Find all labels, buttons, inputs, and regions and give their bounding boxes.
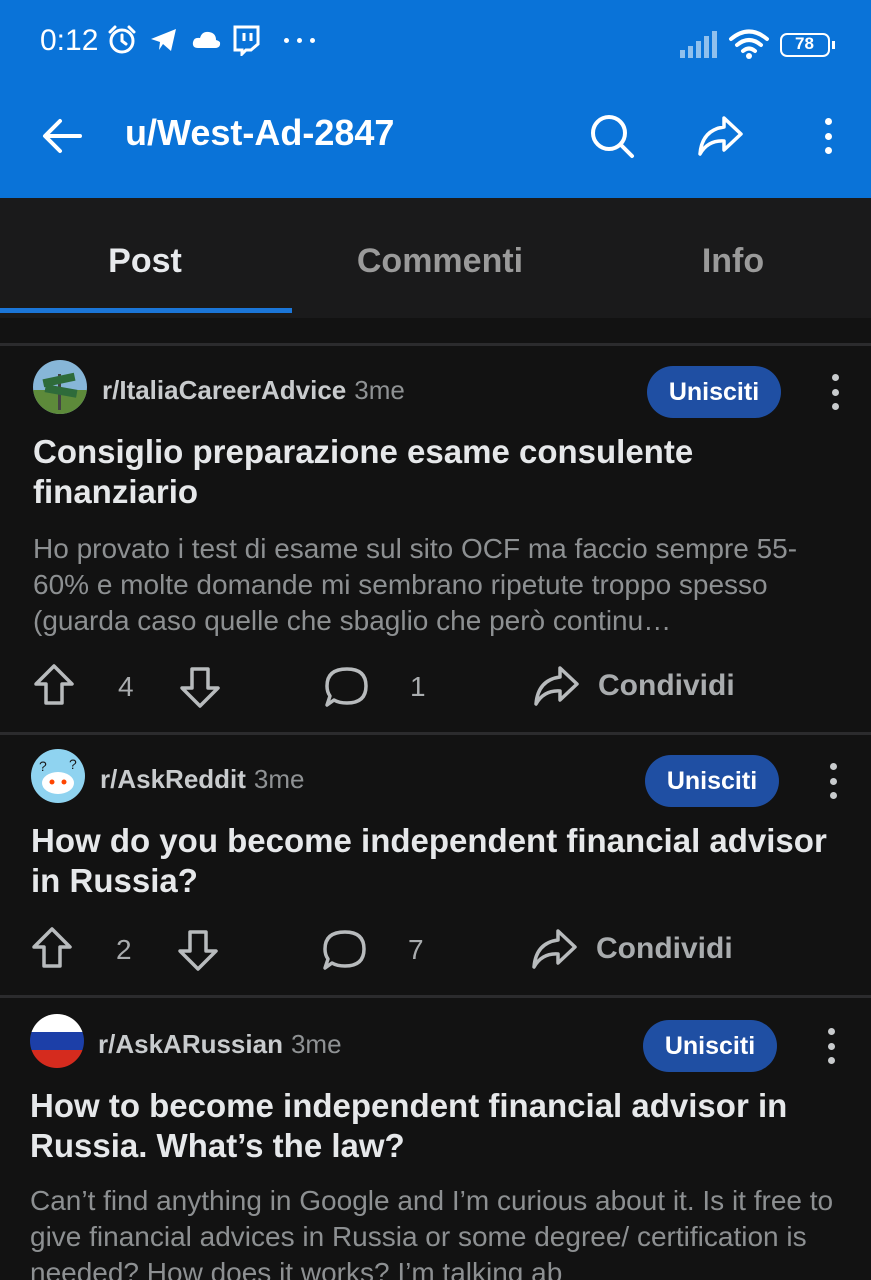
post-age: 3me bbox=[253, 764, 305, 794]
post-card[interactable]: r/AskARussian 3me Unisciti How to become … bbox=[0, 998, 871, 1280]
subreddit-label[interactable]: r/ItaliaCareerAdvice bbox=[102, 375, 346, 405]
join-button[interactable]: Unisciti bbox=[643, 1020, 777, 1072]
comment-count: 7 bbox=[408, 934, 424, 965]
share-icon bbox=[698, 116, 743, 156]
downvote-icon bbox=[180, 667, 220, 708]
share-icon bbox=[534, 666, 579, 706]
share-icon bbox=[532, 929, 577, 969]
comments-button[interactable] bbox=[322, 928, 368, 972]
downvote-icon bbox=[178, 930, 218, 971]
vote-count: 4 bbox=[118, 671, 134, 702]
vote-count: 2 bbox=[116, 934, 132, 965]
subreddit-avatar bbox=[33, 360, 87, 414]
comment-icon bbox=[323, 930, 366, 970]
app-bar: 0:12 78 u/West-Ad-2847 bbox=[0, 0, 871, 198]
post-actions: 4 1 Condividi bbox=[0, 658, 871, 718]
alarm-icon bbox=[108, 25, 136, 54]
share-button[interactable]: Condividi bbox=[530, 927, 733, 971]
post-body[interactable]: Can’t find anything in Google and I’m cu… bbox=[30, 1183, 838, 1280]
join-button[interactable]: Unisciti bbox=[645, 755, 779, 807]
upvote-icon bbox=[34, 664, 74, 705]
post-options-icon[interactable] bbox=[828, 763, 838, 799]
subreddit-name[interactable]: r/AskReddit 3me bbox=[100, 764, 305, 795]
tab-commenti[interactable]: Commenti bbox=[295, 242, 585, 281]
share-profile-button[interactable] bbox=[692, 108, 748, 164]
more-vert-icon bbox=[823, 118, 833, 154]
post-card[interactable]: r/ItaliaCareerAdvice 3me Unisciti Consigl… bbox=[0, 346, 871, 732]
post-body[interactable]: Ho provato i test di esame sul sito OCF … bbox=[33, 531, 841, 639]
share-button[interactable]: Condividi bbox=[532, 664, 735, 708]
downvote-button[interactable] bbox=[178, 665, 222, 709]
post-options-icon[interactable] bbox=[826, 1028, 836, 1064]
post-actions: 2 7 Condividi bbox=[0, 921, 871, 981]
post-card[interactable]: ? ? r/AskReddit 3me Unisciti How do you b… bbox=[0, 735, 871, 995]
subreddit-name[interactable]: r/AskARussian 3me bbox=[98, 1029, 342, 1060]
post-age: 3me bbox=[290, 1029, 342, 1059]
cloud-icon bbox=[192, 31, 221, 48]
page-title: u/West-Ad-2847 bbox=[125, 112, 395, 153]
upvote-icon bbox=[32, 927, 72, 968]
signal-icon bbox=[680, 31, 717, 58]
upvote-button[interactable] bbox=[32, 663, 76, 707]
telegram-icon bbox=[151, 29, 176, 51]
svg-text:?: ? bbox=[69, 756, 77, 772]
post-age: 3me bbox=[354, 375, 405, 405]
post-title[interactable]: How to become independent financial advi… bbox=[30, 1086, 830, 1166]
tab-info[interactable]: Info bbox=[588, 242, 871, 281]
subreddit-avatar: ? ? bbox=[31, 749, 85, 803]
twitch-icon bbox=[233, 25, 260, 56]
join-button[interactable]: Unisciti bbox=[647, 366, 781, 418]
comment-icon bbox=[325, 667, 368, 707]
back-arrow-icon bbox=[43, 119, 82, 153]
comment-count: 1 bbox=[410, 671, 426, 702]
back-button[interactable] bbox=[34, 108, 90, 164]
more-notifications-icon bbox=[284, 38, 315, 43]
upvote-button[interactable] bbox=[30, 926, 74, 970]
overflow-menu-button[interactable] bbox=[800, 108, 856, 164]
subreddit-avatar bbox=[30, 1014, 84, 1068]
subreddit-name[interactable]: r/ItaliaCareerAdvice 3me bbox=[102, 375, 405, 406]
share-label: Condividi bbox=[596, 932, 733, 965]
subreddit-label[interactable]: r/AskARussian bbox=[98, 1029, 283, 1059]
wifi-icon bbox=[729, 29, 769, 59]
svg-text:?: ? bbox=[39, 758, 47, 774]
share-label: Condividi bbox=[598, 669, 735, 702]
battery-level: 78 bbox=[795, 34, 814, 53]
status-bar: 0:12 78 bbox=[0, 0, 871, 90]
profile-tabs: Post Commenti Info bbox=[0, 198, 871, 318]
battery-icon: 78 bbox=[780, 33, 835, 57]
post-title[interactable]: How do you become independent financial … bbox=[31, 821, 831, 901]
active-tab-indicator bbox=[0, 308, 292, 313]
downvote-button[interactable] bbox=[176, 928, 220, 972]
tab-post[interactable]: Post bbox=[0, 242, 290, 281]
status-time: 0:12 bbox=[40, 24, 99, 57]
post-options-icon[interactable] bbox=[830, 374, 840, 410]
search-icon bbox=[591, 115, 634, 158]
comments-button[interactable] bbox=[324, 665, 370, 709]
search-button[interactable] bbox=[584, 108, 640, 164]
subreddit-label[interactable]: r/AskReddit bbox=[100, 764, 246, 794]
post-title[interactable]: Consiglio preparazione esame consulente … bbox=[33, 432, 833, 512]
